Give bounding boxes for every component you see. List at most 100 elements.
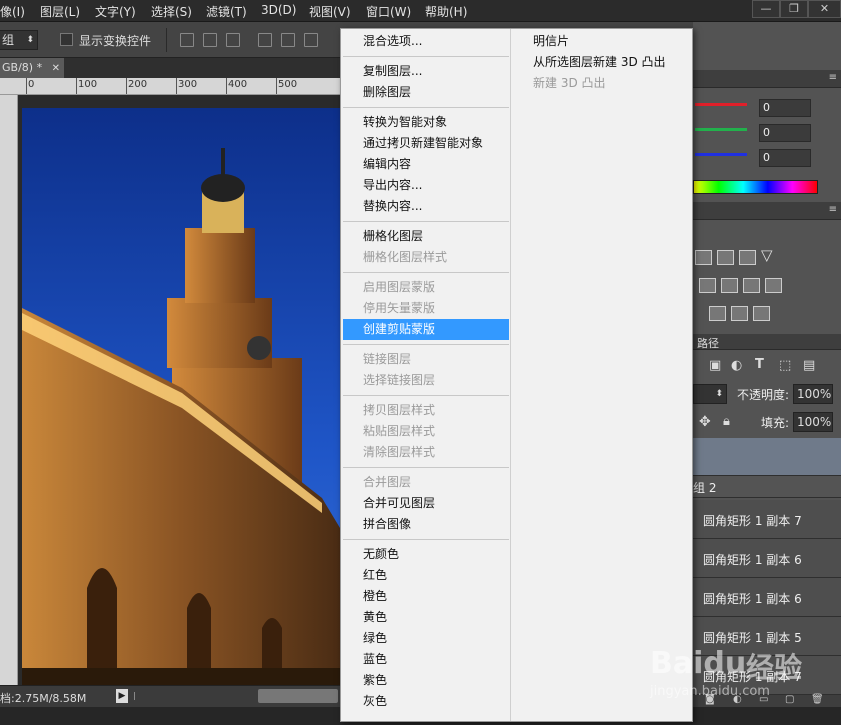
exposure-icon[interactable] [739, 250, 756, 265]
menu-item[interactable]: 转换为智能对象 [343, 112, 509, 133]
paths-tab[interactable]: 路径 [697, 335, 719, 351]
menu-item[interactable]: 复制图层... [343, 61, 509, 82]
layer-row[interactable]: 圆角矩形 1 副本 6 [693, 578, 841, 617]
layer-group-row[interactable]: 组 2 [693, 476, 841, 498]
auto-select-dropdown[interactable]: 组 ⬍ [0, 30, 38, 50]
menu-3d[interactable]: 3D(D) [261, 3, 296, 17]
ruler-tick: 300 [178, 79, 198, 90]
menu-item[interactable]: 混合选项... [343, 31, 509, 52]
menu-item[interactable]: 紫色 [343, 670, 509, 691]
menu-item[interactable]: 黄色 [343, 607, 509, 628]
right-panel-dock: ≡ 0 0 0 ≡ ▽ 路径 ▣ ◐ T ⬚ ▤ ⬍ 不透明度: 100% ✥ … [693, 22, 841, 707]
menu-window[interactable]: 窗口(W) [366, 3, 411, 20]
align-vcenter-icon[interactable] [203, 33, 217, 47]
menu-item-3d[interactable]: 从所选图层新建 3D 凸出 [511, 52, 693, 73]
menu-bar: 像(I) 图层(L) 文字(Y) 选择(S) 滤镜(T) 3D(D) 视图(V)… [0, 0, 841, 22]
red-slider[interactable] [695, 103, 747, 106]
scroll-left-icon[interactable] [134, 692, 140, 700]
lock-all-icon[interactable]: 🔒︎ [723, 414, 730, 429]
fill-input[interactable]: 100% [793, 412, 833, 432]
menu-item[interactable]: 删除图层 [343, 82, 509, 103]
menu-item: 清除图层样式 [363, 445, 436, 459]
align-hcenter-icon[interactable] [281, 33, 295, 47]
channel-mixer-icon[interactable] [765, 278, 782, 293]
menu-item[interactable]: 蓝色 [343, 649, 509, 670]
menu-item[interactable]: 替换内容... [343, 196, 509, 217]
threshold-icon[interactable] [753, 306, 770, 321]
document-tab[interactable]: GB/8) * ✕ [0, 58, 64, 78]
horizontal-scrollbar-thumb[interactable] [258, 689, 338, 703]
menu-item: 粘贴图层样式 [363, 424, 436, 438]
minimize-button[interactable]: — [752, 0, 780, 18]
curves-icon[interactable] [717, 250, 734, 265]
menu-separator [343, 467, 509, 468]
gradient-triangle-icon[interactable]: ▽ [761, 246, 773, 264]
levels-icon[interactable] [695, 250, 712, 265]
shape-filter-icon[interactable]: ⬚ [779, 358, 791, 373]
green-slider[interactable] [695, 128, 747, 131]
selected-layer-row[interactable] [693, 438, 841, 476]
blend-mode-dropdown[interactable]: ⬍ [693, 384, 727, 404]
blue-value[interactable]: 0 [759, 149, 811, 167]
type-filter-icon[interactable]: T [755, 357, 764, 372]
layer-row[interactable]: 圆角矩形 1 副本 6 [693, 539, 841, 578]
ruler-tick: 200 [128, 79, 148, 90]
tab-strip [64, 58, 340, 78]
menu-separator [343, 107, 509, 108]
align-bottom-icon[interactable] [226, 33, 240, 47]
close-button[interactable]: ✕ [808, 0, 841, 18]
panel-menu-icon[interactable]: ≡ [829, 204, 837, 215]
castle-photo [22, 108, 340, 686]
menu-item[interactable]: 通过拷贝新建智能对象 [343, 133, 509, 154]
menu-type[interactable]: 文字(Y) [95, 3, 136, 20]
menu-help[interactable]: 帮助(H) [425, 3, 467, 20]
tab-close-icon[interactable]: ✕ [52, 63, 60, 74]
posterize-icon[interactable] [731, 306, 748, 321]
canvas-photo[interactable] [22, 108, 340, 686]
menu-item[interactable]: 拼合图像 [343, 514, 509, 535]
menu-view[interactable]: 视图(V) [309, 3, 351, 20]
menu-item[interactable]: 灰色 [343, 691, 509, 712]
panel-menu-icon[interactable]: ≡ [829, 72, 837, 83]
photo-filter-icon[interactable] [743, 278, 760, 293]
lock-position-icon[interactable]: ✥ [699, 414, 711, 430]
color-spectrum-bar[interactable] [693, 180, 818, 194]
menu-select[interactable]: 选择(S) [151, 3, 192, 20]
menu-item[interactable]: 合并可见图层 [343, 493, 509, 514]
color-balance-icon[interactable] [699, 278, 716, 293]
invert-icon[interactable] [709, 306, 726, 321]
menu-item[interactable]: 编辑内容 [343, 154, 509, 175]
align-right-icon[interactable] [304, 33, 318, 47]
adjust-filter-icon[interactable]: ◐ [731, 358, 742, 373]
pixel-filter-icon[interactable]: ▣ [709, 358, 721, 373]
align-left-icon[interactable] [258, 33, 272, 47]
green-value[interactable]: 0 [759, 124, 811, 142]
align-top-icon[interactable] [180, 33, 194, 47]
restore-button[interactable]: ❐ [780, 0, 808, 18]
menu-layer[interactable]: 图层(L) [40, 3, 80, 20]
layer-row[interactable]: 圆角矩形 1 副本 7 [693, 500, 841, 539]
layer-name: 圆角矩形 1 副本 7 [703, 514, 802, 528]
layer-name: 圆角矩形 1 副本 6 [703, 553, 802, 567]
menu-item[interactable]: 绿色 [343, 628, 509, 649]
menu-item[interactable]: 导出内容... [343, 175, 509, 196]
opacity-input[interactable]: 100% [793, 384, 833, 404]
black-white-icon[interactable] [721, 278, 738, 293]
menu-item[interactable]: 创建剪贴蒙版 [343, 319, 509, 340]
status-bar: 档:2.75M/8.58M ▶ [0, 685, 340, 707]
smart-object-filter-icon[interactable]: ▤ [803, 358, 815, 373]
watermark-brand: Baidu [650, 646, 747, 681]
status-menu-arrow[interactable]: ▶ [116, 689, 128, 703]
red-value[interactable]: 0 [759, 99, 811, 117]
show-transform-label: 显示变换控件 [79, 34, 152, 48]
menu-filter[interactable]: 滤镜(T) [206, 3, 247, 20]
menu-item-3d[interactable]: 明信片 [511, 31, 693, 52]
menu-image[interactable]: 像(I) [0, 3, 25, 20]
blue-slider[interactable] [695, 153, 747, 156]
menu-separator [343, 56, 509, 57]
menu-item[interactable]: 栅格化图层 [343, 226, 509, 247]
menu-item[interactable]: 橙色 [343, 586, 509, 607]
show-transform-checkbox[interactable] [60, 33, 73, 46]
menu-item[interactable]: 无颜色 [343, 544, 509, 565]
menu-item[interactable]: 红色 [343, 565, 509, 586]
